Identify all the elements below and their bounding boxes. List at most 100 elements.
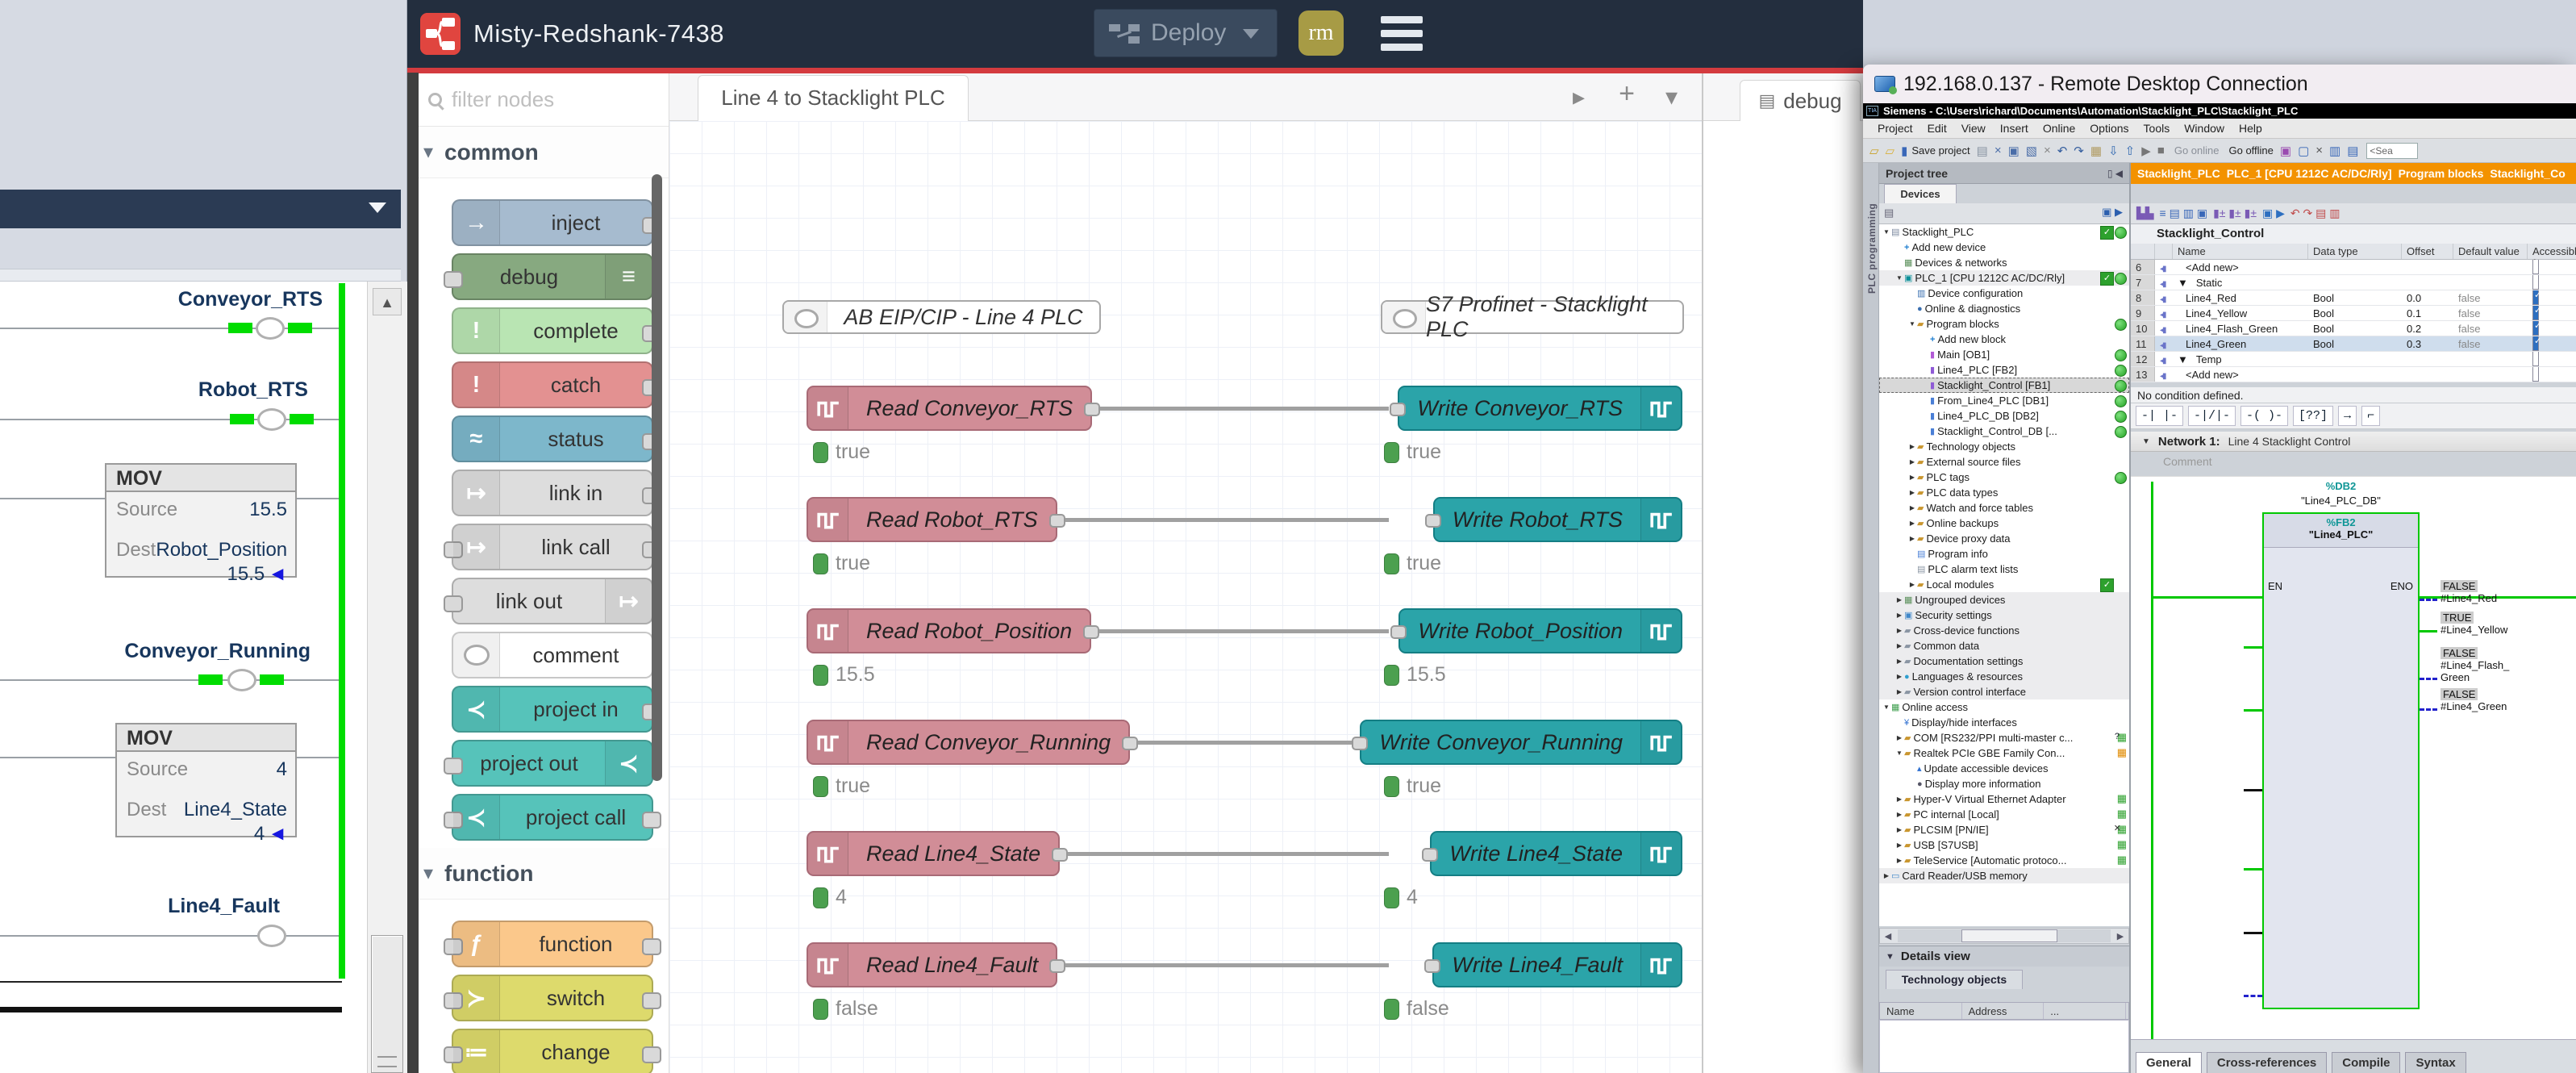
menu-item[interactable]: Help [2239,122,2262,135]
lad-instruction-button[interactable]: ⌐ [2361,406,2380,426]
toolbar-icon[interactable]: ▤ [2347,144,2358,158]
expander-icon[interactable]: ▼ [1895,749,1903,757]
variable-name[interactable]: Line4_Flash_Green [2173,321,2308,336]
output-operand[interactable]: FALSE #Line4_Flash_Green [2441,647,2570,683]
inspector-tab[interactable]: Syntax [2405,1052,2466,1073]
tree-row[interactable]: ▶ Card Reader/USB memory [1879,868,2129,883]
tab-line4-to-stacklight[interactable]: Line 4 to Stacklight PLC [698,75,969,121]
variable-name[interactable]: Line4_Red [2173,290,2308,305]
tree-filter-icon[interactable]: ▤ [1884,207,1894,219]
tree-row[interactable]: ▶ PLCSIM [PN/IE] [1879,822,2129,837]
tree-row[interactable]: Program info [1879,546,2129,562]
variable-type[interactable]: Bool [2308,321,2402,336]
scroll-up-icon[interactable]: ▲ [373,288,402,315]
input-port[interactable] [1424,959,1440,973]
tree-row[interactable]: ▶ PC internal [Local] [1879,807,2129,822]
tia-titlebar[interactable]: TIA Siemens - C:\Users\richard\Documents… [1863,103,2576,119]
variable-default[interactable] [2453,352,2528,366]
tree-row[interactable]: ▶ COM [RS232/PPI multi-master c... [1879,730,2129,745]
toolbar-icon[interactable]: ↶ [2057,144,2068,158]
variable-name[interactable]: Line4_Green [2173,336,2308,351]
tree-row[interactable]: ▶ External source files [1879,454,2129,470]
input-port[interactable] [1425,514,1441,528]
s7-write-node[interactable]: Write Robot_RTS [1433,497,1682,542]
menu-item[interactable]: Project [1878,122,1913,135]
s7-write-node[interactable]: Write Line4_State [1430,831,1682,876]
variable-row[interactable]: 13 <Add new> [2131,367,2576,382]
inspector-tab[interactable]: Compile [2332,1052,2400,1073]
tree-row[interactable]: Stacklight_Control_DB [... [1879,424,2129,439]
variable-name[interactable]: ▼Static [2173,275,2308,290]
col-offset[interactable]: Offset [2402,244,2453,259]
input-port[interactable] [1390,403,1406,416]
avatar[interactable]: rm [1298,10,1344,56]
s7-write-node[interactable]: Write Conveyor_RTS [1398,386,1682,431]
palette-node[interactable]: inject [452,199,653,246]
coil[interactable] [257,408,286,431]
flow-canvas[interactable]: AB EIP/CIP - Line 4 PLC S7 Profinet - St… [669,121,1702,1073]
palette-node[interactable]: debug [452,253,653,300]
menu-item[interactable]: View [1961,122,1986,135]
variable-name[interactable]: <Add new> [2173,260,2308,274]
palette-node[interactable]: status [452,415,653,462]
variable-row[interactable]: 9 Line4_Yellow Bool 0.1 false [2131,306,2576,321]
tree-row[interactable]: ▶ Watch and force tables [1879,500,2129,516]
tree-row[interactable]: ▶ TeleService [Automatic protoco... [1879,853,2129,868]
tree-row[interactable]: ▶ Languages & resources [1879,669,2129,684]
save-project-button[interactable]: Save project [1911,144,1970,157]
ladder-canvas[interactable]: Conveyor_RTS Robot_RTS MOV Source15.5 De… [0,282,401,1073]
variable-type[interactable] [2308,367,2402,382]
tree-hscrollbar[interactable]: ◀ ▶ [1879,928,2129,944]
lad-instruction-button[interactable]: -( )- [2240,406,2288,426]
palette-node[interactable]: change [452,1029,653,1073]
tree-row[interactable]: ▼ Program blocks [1879,316,2129,332]
tree-row[interactable]: Add new device [1879,240,2129,255]
wire[interactable] [1057,963,1389,967]
tree-row[interactable]: PLC alarm text lists [1879,562,2129,577]
toolbar-icon[interactable]: ▣ [2280,144,2291,158]
tag-label[interactable]: Conveyor_Running [124,640,311,663]
expander-icon[interactable]: ▶ [1908,535,1916,542]
accessible-checkbox[interactable] [2528,260,2576,274]
wire[interactable] [1057,407,1389,411]
accessible-checkbox[interactable] [2528,306,2576,320]
tree-row[interactable]: Devices & networks [1879,255,2129,270]
expander-icon[interactable]: ▶ [1895,811,1903,818]
expander-icon[interactable]: ▶ [1908,443,1916,450]
breadcrumb-item[interactable]: Program blocks [2399,167,2484,180]
tree-row[interactable]: From_Line4_PLC [DB1] [1879,393,2129,408]
scroll-right-icon[interactable]: ▶ [2112,931,2128,941]
expander-icon[interactable]: ▶ [1895,642,1903,649]
insert-network-icon[interactable]: ▙▙ [2136,207,2154,220]
tree-row[interactable]: ▶ Ungrouped devices [1879,592,2129,607]
variable-name[interactable]: <Add new> [2173,367,2308,382]
tree-row[interactable]: Line4_PLC [FB2] [1879,362,2129,378]
toolbar-icon[interactable]: ⇧ [2125,144,2136,158]
mov-source-value[interactable]: 4 [277,758,287,781]
variable-default[interactable] [2453,275,2528,290]
details-view-header[interactable]: ▼ Details view [1879,946,2129,967]
tree-row[interactable]: ▼ Realtek PCIe GBE Family Con... [1879,745,2129,761]
toolbar-icon[interactable]: ▤ [1977,144,1988,158]
column-header[interactable]: ... [2044,1003,2126,1019]
chevron-down-icon[interactable] [369,202,386,222]
main-menu-icon[interactable] [1381,16,1423,52]
tree-row[interactable]: ▶ USB [S7USB] [1879,837,2129,853]
palette-node[interactable]: project out [452,740,653,787]
tree-view-icons[interactable]: ▣ ▶ [2102,206,2123,219]
tag-label[interactable]: Line4_Fault [168,895,280,918]
mov-source-value[interactable]: 15.5 [249,499,287,521]
palette-node[interactable]: project in [452,686,653,733]
rdp-titlebar[interactable]: 192.168.0.137 - Remote Desktop Connectio… [1863,65,2576,103]
expander-icon[interactable]: ▼ [1882,704,1890,711]
ladder-view-icons[interactable]: ≡ ▤ ▥ ▣ [2160,207,2208,220]
accessible-checkbox[interactable] [2528,275,2576,290]
tag-label[interactable]: Conveyor_RTS [178,288,323,311]
expander-icon[interactable]: ▶ [1895,658,1903,665]
mov-dest-name[interactable]: Robot_Position [156,539,287,562]
output-port[interactable] [1084,403,1100,416]
tree-row[interactable]: ▶ Hyper-V Virtual Ethernet Adapter [1879,791,2129,807]
variable-default[interactable]: false [2453,321,2528,336]
accessible-checkbox[interactable] [2528,336,2576,351]
tree-row[interactable]: Update accessible devices [1879,761,2129,776]
